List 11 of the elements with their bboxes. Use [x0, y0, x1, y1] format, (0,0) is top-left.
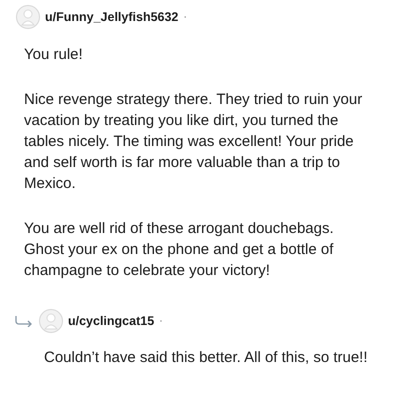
comment-text: You rule! — [24, 45, 84, 65]
avatar-icon[interactable] — [16, 5, 40, 29]
comment-text: You are well rid of these arrogant douchebags. Ghost your ex on the phone and get a bottle of champagne to celebrate your victory! — [24, 219, 335, 281]
separator-dot: · — [183, 11, 188, 23]
username-link[interactable]: u/cyclingcat15 — [68, 314, 154, 328]
comment-text: Couldn’t have said this better. All of this, so true!! — [44, 348, 369, 368]
username-link[interactable]: u/Funny_Jellyfish5632 — [45, 10, 178, 24]
comment-text: Nice revenge strategy there. They tried to ruin your vacation by treating you like dirt, you turned the tables nicely. The timing was excellent! Your pride and self worth is far more valuable than a trip to Mexico. — [24, 90, 364, 194]
avatar-icon[interactable] — [39, 309, 63, 333]
separator-dot: · — [159, 315, 163, 327]
reply-arrow-icon — [15, 315, 33, 327]
